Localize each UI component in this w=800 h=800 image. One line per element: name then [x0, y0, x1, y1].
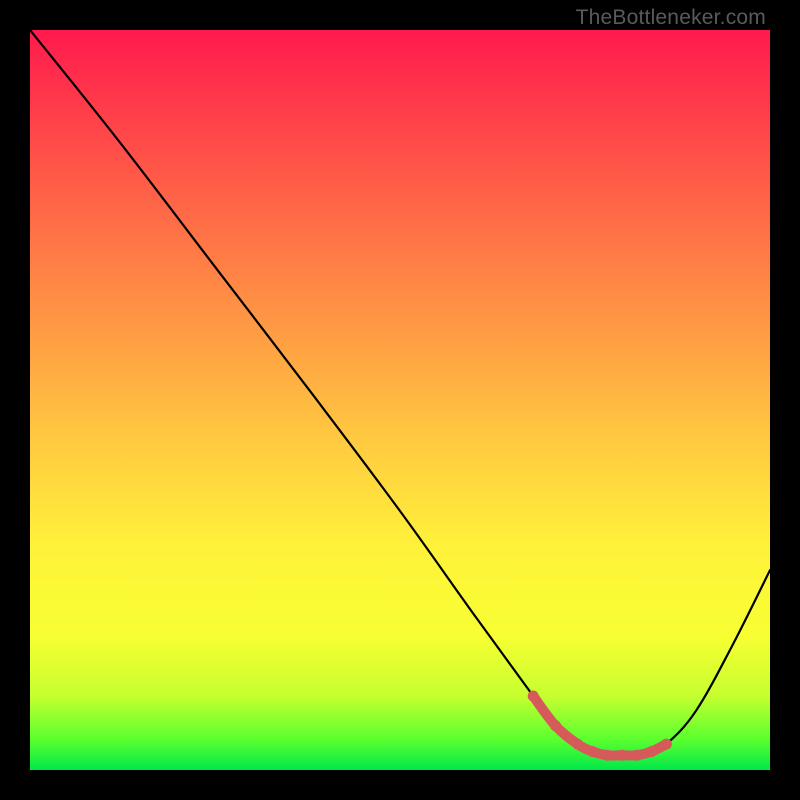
chart-frame: [30, 30, 770, 770]
attribution-label: TheBottleneker.com: [576, 6, 766, 30]
chart-background-gradient: [30, 30, 770, 770]
